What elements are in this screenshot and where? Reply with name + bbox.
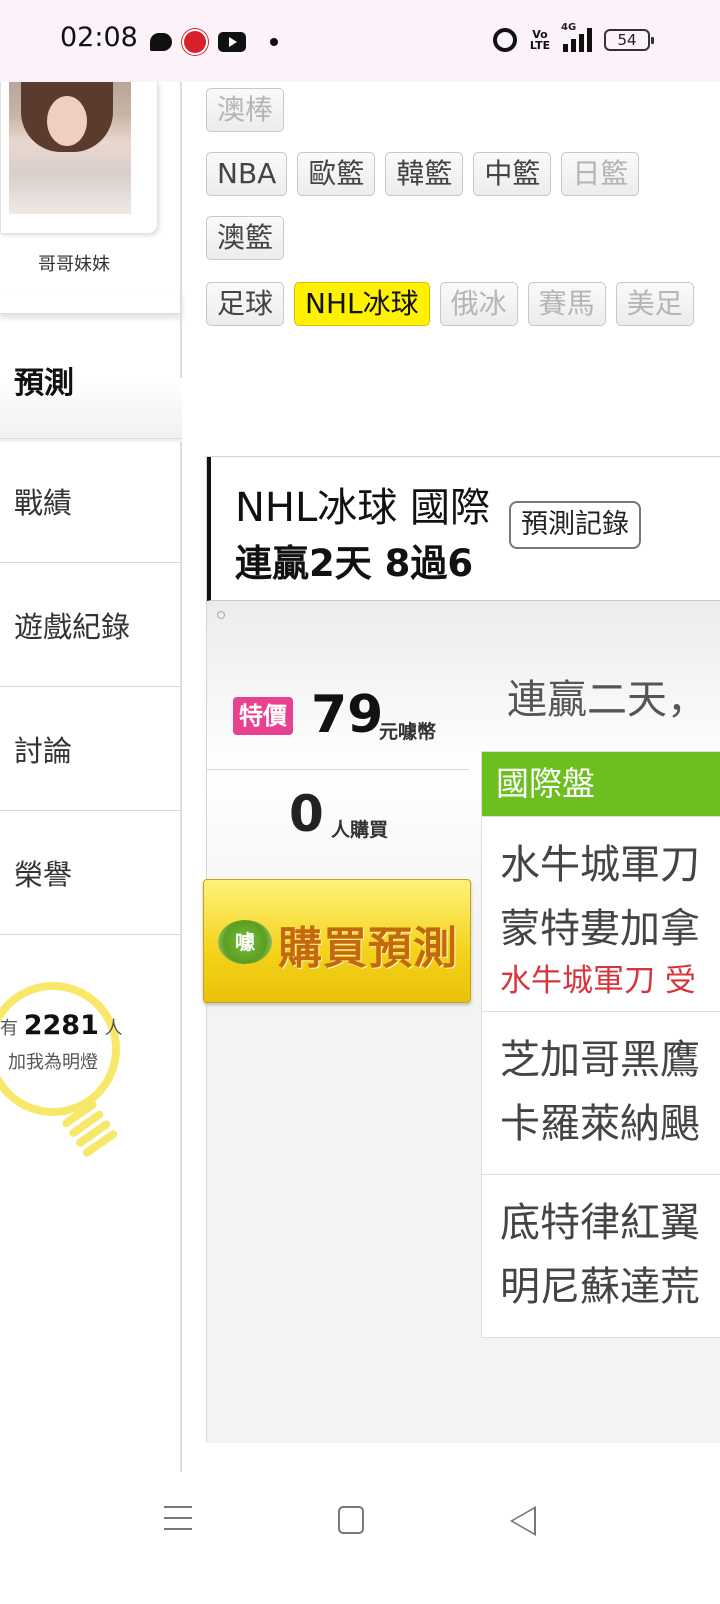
tag-horse-racing[interactable]: 賽馬	[527, 282, 606, 326]
tag-nba[interactable]: NBA	[206, 152, 288, 196]
tag-japan-basketball[interactable]: 日籃	[561, 152, 640, 196]
prediction-body: 特價 79 元噱幣 0 人購買 噱 購買預測 連贏二天， 國際盤 水牛城軍刀 蒙…	[203, 601, 720, 1443]
pin-icon	[217, 611, 225, 619]
dot-icon	[270, 38, 278, 46]
tag-american-football[interactable]: 美足	[615, 282, 694, 326]
team-name: 水牛城軍刀	[500, 842, 700, 888]
tag-china-basketball[interactable]: 中籃	[473, 152, 552, 196]
marquee-text: 連贏二天，	[507, 677, 707, 723]
signal-icon: 4G	[561, 22, 592, 52]
price-divider	[207, 769, 469, 770]
profile-divider	[0, 292, 182, 314]
tag-row-1: 澳棒	[206, 88, 285, 132]
sidebar-menu: 戰績 遊戲紀錄 討論 榮譽	[0, 438, 182, 935]
prediction-header: NHL冰球 國際 連贏2天 8過6 預測記錄	[207, 457, 720, 601]
system-nav-bar	[0, 1472, 720, 1604]
volte-icon: Vo LTE	[529, 28, 551, 52]
team-name: 芝加哥黑鷹	[500, 1037, 700, 1083]
system-icons: Vo LTE 4G 54	[493, 22, 654, 56]
game-row[interactable]: 芝加哥黑鷹 卡羅萊納颶	[482, 1011, 720, 1174]
sidebar-item-record[interactable]: 戰績	[0, 439, 182, 563]
market-header: 國際盤	[482, 752, 720, 816]
status-bar: 02:08 Vo LTE 4G 54	[0, 0, 720, 82]
tag-soccer[interactable]: 足球	[206, 282, 285, 326]
notification-icons	[150, 26, 278, 58]
app-red-icon	[182, 29, 208, 55]
youtube-icon	[218, 32, 246, 52]
coin-logo-icon: 噱	[218, 920, 272, 964]
game-row[interactable]: 底特律紅翼 明尼蘇達荒	[482, 1174, 720, 1337]
back-icon[interactable]	[510, 1506, 536, 1536]
game-note: 水牛城軍刀 受	[500, 963, 696, 999]
sidebar-item-discussion[interactable]: 討論	[0, 687, 182, 811]
fans-caption: 加我為明燈	[8, 1052, 98, 1073]
tag-row-3: 澳籃	[206, 216, 285, 260]
home-icon[interactable]	[338, 1506, 364, 1534]
team-name: 明尼蘇達荒	[500, 1264, 700, 1310]
team-name: 底特律紅翼	[500, 1200, 700, 1246]
message-icon	[150, 33, 172, 51]
recent-apps-icon[interactable]	[164, 1506, 192, 1539]
prediction-title: NHL冰球 國際	[235, 485, 490, 531]
profile-card[interactable]	[0, 82, 158, 234]
profile-name[interactable]: 哥哥妹妹	[0, 250, 148, 276]
fans-prefix: 有	[0, 1018, 18, 1039]
menu-title-prediction[interactable]: 預測	[14, 358, 74, 402]
buy-prediction-label: 購買預測	[278, 923, 458, 974]
tag-russia-hockey[interactable]: 俄冰	[439, 282, 518, 326]
sidebar-item-game-history[interactable]: 遊戲紀錄	[0, 563, 182, 687]
fans-count-text: 有 2281 人	[0, 1010, 124, 1041]
tag-row-4: 足球 NHL冰球 俄冰 賽馬 美足	[206, 282, 694, 326]
tag-aus-basketball[interactable]: 澳籃	[206, 216, 285, 260]
buyers-count: 0	[289, 785, 324, 843]
game-row[interactable]: 水牛城軍刀 蒙特婁加拿 水牛城軍刀 受	[482, 816, 720, 1011]
team-name: 蒙特婁加拿	[500, 906, 700, 952]
alarm-icon	[493, 28, 517, 52]
buy-prediction-button[interactable]: 噱 購買預測	[203, 879, 471, 1003]
status-time: 02:08	[60, 22, 138, 53]
price-value: 79	[311, 685, 384, 745]
special-price-badge: 特價	[233, 697, 293, 735]
fans-suffix: 人	[104, 1018, 123, 1039]
tag-row-2: NBA 歐籃 韓籃 中籃 日籃	[206, 152, 640, 196]
prediction-panel: NHL冰球 國際 連贏2天 8過6 預測記錄 特價 79 元噱幣 0 人購買 噱…	[203, 456, 720, 1443]
tag-euro-basketball[interactable]: 歐籃	[297, 152, 376, 196]
team-name: 卡羅萊納颶	[500, 1101, 700, 1147]
fans-count: 2281	[23, 1010, 99, 1041]
battery-icon: 54	[604, 29, 654, 51]
sidebar-item-honor[interactable]: 榮譽	[0, 811, 182, 935]
tag-korea-basketball[interactable]: 韓籃	[385, 152, 464, 196]
buyers-unit: 人購買	[331, 819, 389, 841]
tag-aus-baseball[interactable]: 澳棒	[206, 88, 285, 132]
price-unit: 元噱幣	[379, 721, 437, 743]
left-sidebar: 哥哥妹妹 預測 戰績 遊戲紀錄 討論 榮譽 有 2281 人 加我為明燈	[0, 82, 182, 1472]
profile-avatar[interactable]	[9, 82, 131, 214]
prediction-streak: 連贏2天 8過6	[235, 542, 474, 585]
prediction-record-button[interactable]: 預測記錄	[509, 501, 641, 549]
tag-nhl-hockey[interactable]: NHL冰球	[294, 282, 430, 326]
network-label: 4G	[561, 22, 577, 33]
games-table: 國際盤 水牛城軍刀 蒙特婁加拿 水牛城軍刀 受 芝加哥黑鷹 卡羅萊納颶 底特律紅…	[481, 751, 720, 1338]
